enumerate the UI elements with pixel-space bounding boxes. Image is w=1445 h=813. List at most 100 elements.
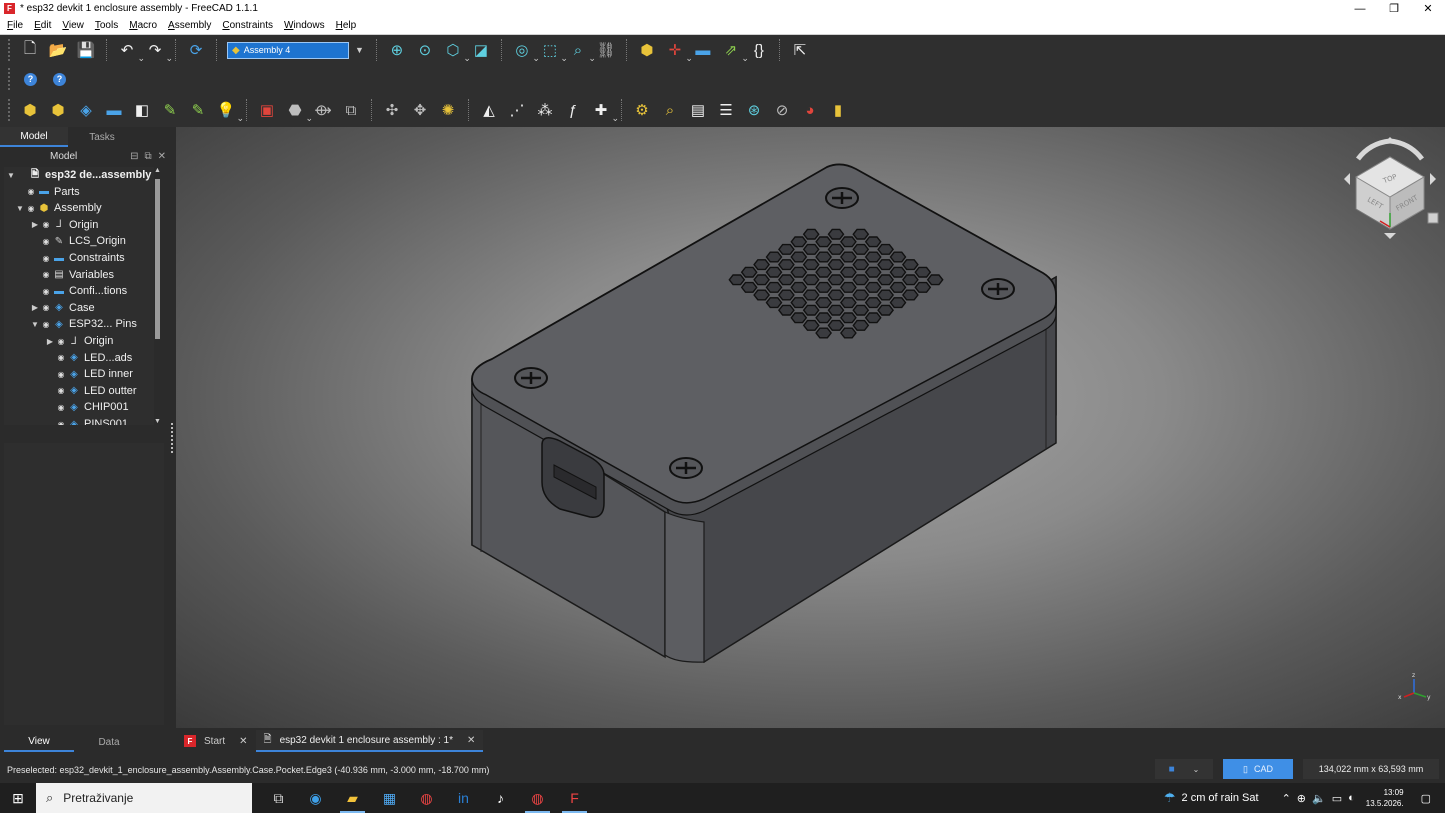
menu-macro[interactable]: Macro [125, 20, 161, 31]
help-icon[interactable]: ? [24, 72, 37, 86]
panel-splitter[interactable] [171, 423, 173, 453]
tree-item[interactable]: ◉ ✎ LCS_Origin [4, 233, 154, 249]
3d-viewport[interactable]: TOP FRONT LEFT z x y [176, 127, 1445, 728]
visibility-icon[interactable]: ◉ [55, 386, 67, 395]
parts-list-icon[interactable]: ▤ [684, 98, 712, 122]
bounding-box-icon[interactable]: ⬚ [536, 38, 568, 64]
variables-icon[interactable]: ƒ [559, 98, 587, 122]
start-button[interactable]: ⊞ [0, 783, 36, 813]
hide-lcs-icon[interactable]: ⊘ [768, 98, 796, 122]
polar-array-icon[interactable]: ⁂ [531, 98, 559, 122]
array-icon[interactable]: ⋰ [503, 98, 531, 122]
mirror-icon[interactable]: ⧉ [337, 98, 365, 122]
tree-item[interactable]: ◉ ◈ LED...ads [4, 350, 154, 366]
visibility-icon[interactable]: ◉ [40, 254, 52, 263]
make-link-icon[interactable]: ⬢ [633, 38, 661, 62]
visibility-icon[interactable]: ◉ [40, 237, 52, 246]
taskbar-search[interactable]: ⌕ Pretraživanje [36, 783, 252, 813]
enclosure-model[interactable]: TOP FRONT LEFT z x y [176, 127, 1445, 728]
collapse-arrow-icon[interactable]: ▶ [30, 303, 40, 312]
notifications-icon[interactable]: ▢ [1421, 792, 1431, 805]
chrome-active-icon[interactable]: ◍ [519, 783, 556, 813]
chevron-down-icon[interactable]: ▼ [355, 45, 364, 55]
tab-document[interactable]: 🗎 esp32 devkit 1 enclosure assembly : 1*… [255, 730, 484, 752]
new-group-icon[interactable]: ▬ [100, 98, 128, 122]
save-icon[interactable]: 💾 [72, 38, 100, 62]
check-interference-icon[interactable]: ⊛ [740, 98, 768, 122]
add-variable-icon[interactable]: ✚ [587, 98, 619, 124]
tree-item[interactable]: ▶ ◉ ⅃ Origin [4, 333, 154, 349]
tab-data[interactable]: Data [74, 732, 144, 752]
toolbar-grip[interactable] [8, 39, 12, 61]
close-panel-icon[interactable]: ✕ [158, 151, 166, 162]
redo-icon[interactable]: ↷ [141, 38, 173, 64]
tree-item[interactable]: ▶ ◉ ⅃ Origin [4, 217, 154, 233]
scroll-down-icon[interactable]: ▼ [154, 418, 161, 425]
color-icon[interactable]: ◕ [796, 98, 824, 122]
tree-item[interactable]: ◉ ▬ Constraints [4, 250, 154, 266]
tree-item[interactable]: ◉ ◈ LED outter [4, 383, 154, 399]
toolbar-grip[interactable] [8, 68, 12, 90]
network-icon[interactable]: ▭ [1332, 792, 1342, 805]
visibility-icon[interactable]: ◉ [25, 187, 37, 196]
tree-item[interactable]: ▼ 🗎 esp32 de...assembly [4, 167, 154, 183]
animate-icon[interactable]: ✺ [434, 98, 462, 122]
tree-item[interactable]: ◉ ◈ LED inner [4, 366, 154, 382]
menu-view[interactable]: View [58, 20, 88, 31]
collapse-arrow-icon[interactable]: ▶ [45, 337, 55, 346]
expand-arrow-icon[interactable]: ▼ [15, 204, 25, 213]
new-document-icon[interactable]: 🗋 [16, 38, 44, 62]
tree-item[interactable]: ◉ ▬ Parts [4, 184, 154, 200]
visibility-icon[interactable]: ◉ [55, 353, 67, 362]
whats-this-help-icon[interactable]: ? [53, 72, 66, 86]
tree-item[interactable]: ◉ ▤ Variables [4, 267, 154, 283]
tab-model[interactable]: Model [0, 127, 68, 147]
linkedin-icon[interactable]: in [445, 783, 482, 813]
menu-edit[interactable]: Edit [30, 20, 55, 31]
undo-icon[interactable]: ↶ [113, 38, 145, 64]
menu-windows[interactable]: Windows [280, 20, 329, 31]
file-explorer-icon[interactable]: ▰ [334, 783, 371, 813]
explode-icon[interactable]: ✣ [378, 98, 406, 122]
tree-item[interactable]: ◉ ◈ CHIP001 [4, 399, 154, 415]
open-document-icon[interactable]: 📂 [44, 38, 72, 62]
visibility-icon[interactable]: ◉ [40, 320, 52, 329]
chrome-icon[interactable]: ◍ [408, 783, 445, 813]
measure-icon[interactable]: ⌕ [564, 38, 596, 65]
weather-widget[interactable]: ☂ 2 cm of rain Sat [1164, 790, 1259, 806]
tiktok-icon[interactable]: ♪ [482, 783, 519, 813]
language-icon[interactable]: ◐ [1348, 792, 1355, 804]
export-icon[interactable]: ⇗ [717, 38, 749, 64]
freecad-task-icon[interactable]: F [556, 783, 593, 813]
tab-start[interactable]: F Start ✕ [176, 730, 256, 752]
folder-icon[interactable]: ▬ [689, 38, 717, 62]
refresh-icon[interactable]: ⟳ [182, 38, 210, 62]
menu-help[interactable]: Help [332, 20, 361, 31]
visibility-icon[interactable]: ◉ [25, 204, 37, 213]
workbench-selector[interactable]: ◆ Assembly 4 [227, 41, 349, 59]
measure-tool-icon[interactable]: ⌕ [656, 98, 684, 122]
task-view-icon[interactable]: ⧉ [260, 783, 297, 813]
whats-this-icon[interactable]: ⇱ [786, 38, 814, 62]
scrollbar-thumb[interactable] [155, 179, 160, 339]
expression-icon[interactable]: {} [745, 38, 773, 62]
new-part-icon[interactable]: ⬢ [44, 98, 72, 122]
std-views-icon[interactable]: ◪ [467, 38, 495, 62]
store-icon[interactable]: ▦ [371, 783, 408, 813]
visibility-icon[interactable]: ◉ [55, 403, 67, 412]
new-body-icon[interactable]: ◈ [72, 98, 100, 122]
fit-all-icon[interactable]: ⊕ [383, 38, 411, 62]
minimize-button[interactable]: — [1343, 0, 1377, 17]
tree-item[interactable]: ◉ ◈ PINS001 [4, 416, 154, 425]
visibility-icon[interactable]: ◉ [40, 303, 52, 312]
tree-item[interactable]: ▼ ◉ ⬢ Assembly [4, 200, 154, 216]
move-icon[interactable]: ✥ [406, 98, 434, 122]
visibility-icon[interactable]: ◉ [55, 420, 67, 426]
menu-file[interactable]: File [3, 20, 27, 31]
bom-icon[interactable]: ☰ [712, 98, 740, 122]
tree-item[interactable]: ▶ ◉ ◈ Case [4, 300, 154, 316]
visibility-icon[interactable]: ◉ [40, 220, 52, 229]
edge-icon[interactable]: ◉ [297, 783, 334, 813]
close-tab-icon[interactable]: ✕ [239, 736, 247, 747]
chevron-up-icon[interactable]: ⌃ [1282, 792, 1291, 805]
